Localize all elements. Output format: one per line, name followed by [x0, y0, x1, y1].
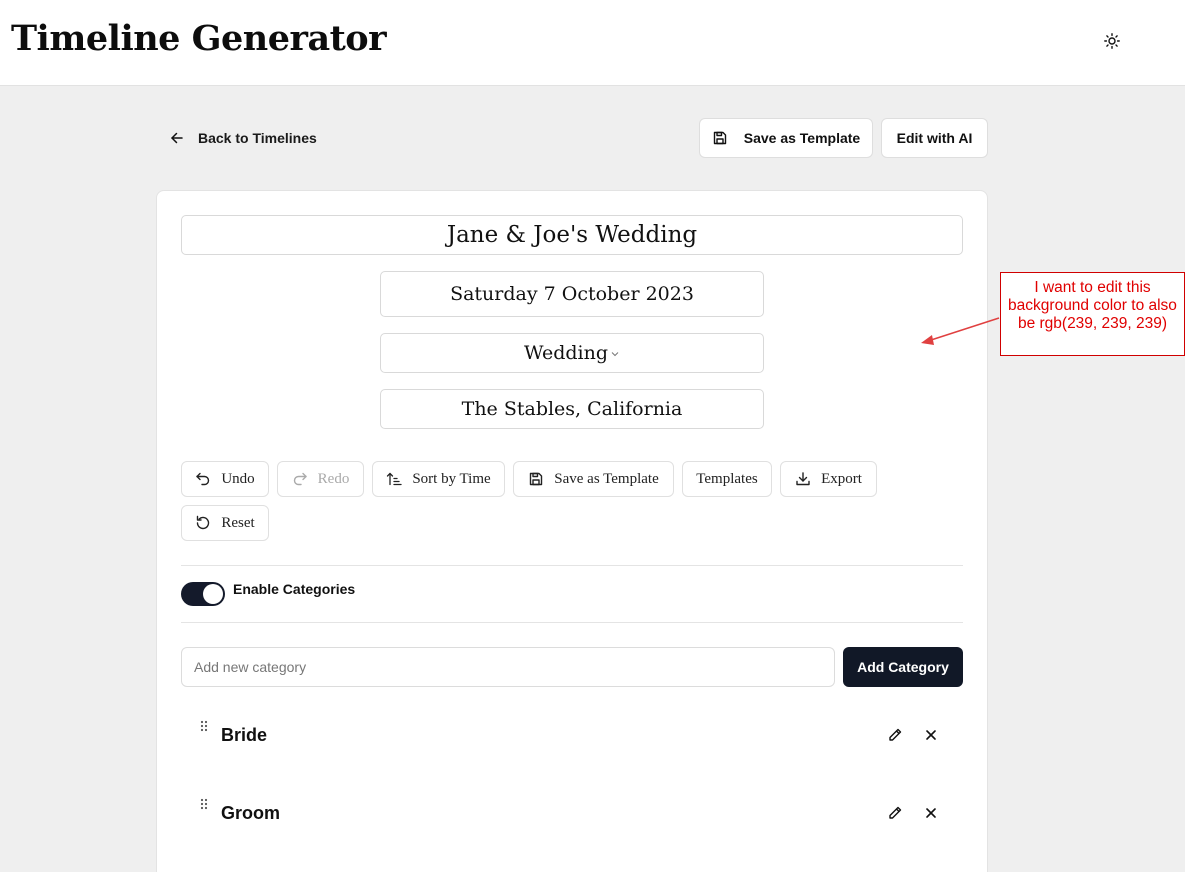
edit-with-ai-label: Edit with AI	[896, 130, 973, 146]
enable-categories-toggle[interactable]	[181, 582, 225, 606]
save-as-template-button[interactable]: Save as Template	[699, 118, 873, 158]
redo-label: Redo	[317, 470, 350, 487]
save-icon	[530, 472, 543, 486]
chevron-down-icon	[611, 352, 619, 357]
reset-label: Reset	[221, 514, 255, 531]
export-button[interactable]: Export	[780, 461, 877, 497]
close-icon[interactable]	[921, 803, 941, 823]
pencil-icon[interactable]	[885, 725, 905, 745]
category-name: Bride	[221, 725, 268, 745]
redo-icon	[293, 472, 307, 486]
category-item: Groom	[181, 792, 963, 842]
undo-label: Undo	[221, 470, 255, 487]
templates-label: Templates	[696, 470, 758, 487]
undo-icon	[196, 472, 210, 486]
divider	[181, 565, 963, 566]
sort-by-time-label: Sort by Time	[412, 470, 491, 487]
save-as-template-label: Save as Template	[743, 130, 861, 146]
templates-button[interactable]: Templates	[682, 461, 772, 497]
annotation-note: I want to edit this background color to …	[1000, 272, 1185, 356]
timeline-location-field[interactable]: The Stables, California	[380, 389, 764, 429]
timeline-date: Saturday 7 October 2023	[450, 283, 694, 305]
export-label: Export	[821, 470, 862, 487]
reset-button[interactable]: Reset	[181, 505, 269, 541]
timeline-type-select[interactable]: Wedding	[380, 333, 764, 373]
divider	[181, 622, 963, 623]
sun-icon[interactable]	[1100, 29, 1124, 53]
pencil-icon[interactable]	[885, 803, 905, 823]
close-icon[interactable]	[921, 725, 941, 745]
timeline-title: Jane & Joe's Wedding	[446, 222, 698, 248]
toolbar-save-as-template-label: Save as Template	[554, 470, 659, 487]
timeline-date-field[interactable]: Saturday 7 October 2023	[380, 271, 764, 317]
category-item: Bride	[181, 714, 963, 764]
timeline-title-field[interactable]: Jane & Joe's Wedding	[181, 215, 963, 255]
undo-button[interactable]: Undo	[181, 461, 269, 497]
app-title: Timeline Generator	[11, 18, 387, 59]
arrow-left-icon	[171, 132, 183, 144]
drag-handle-icon[interactable]	[199, 798, 209, 812]
add-category-input[interactable]	[181, 647, 835, 687]
add-category-button[interactable]: Add Category	[843, 647, 963, 687]
timeline-type: Wedding	[523, 342, 609, 364]
timeline-location: The Stables, California	[461, 398, 683, 420]
edit-with-ai-button[interactable]: Edit with AI	[881, 118, 988, 158]
top-bar: Timeline Generator	[0, 0, 1185, 86]
category-name: Groom	[221, 803, 281, 823]
back-label: Back to Timelines	[198, 130, 317, 146]
download-icon	[796, 472, 810, 486]
toolbar-save-as-template-button[interactable]: Save as Template	[513, 461, 674, 497]
toggle-knob	[203, 584, 223, 604]
redo-button[interactable]: Redo	[277, 461, 364, 497]
sort-ascending-icon	[387, 472, 402, 486]
sort-by-time-button[interactable]: Sort by Time	[372, 461, 505, 497]
enable-categories-label: Enable Categories	[233, 581, 356, 597]
reset-icon	[197, 515, 210, 530]
save-icon	[713, 131, 726, 145]
add-category-label: Add Category	[857, 659, 949, 675]
back-to-timelines-link[interactable]: Back to Timelines	[170, 126, 317, 150]
drag-handle-icon[interactable]	[199, 720, 209, 734]
